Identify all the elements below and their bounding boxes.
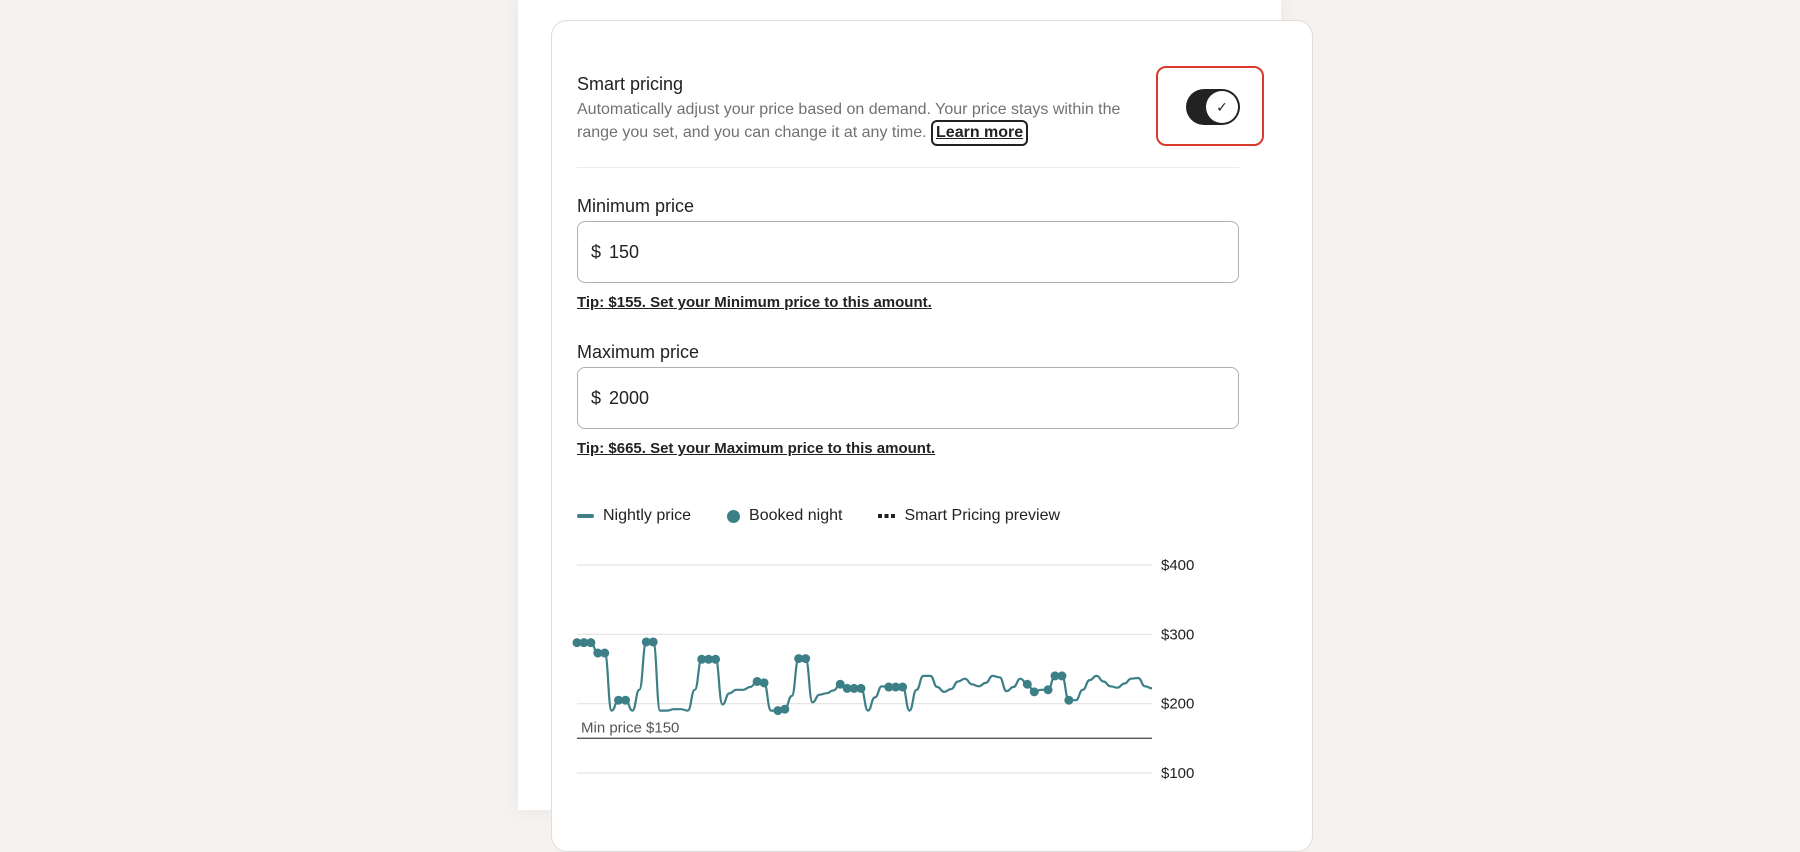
price-chart: $400 $300 $200 $100 Min price $150 bbox=[572, 557, 1194, 782]
y-tick-label: $100 bbox=[1161, 765, 1194, 782]
booked-night-dot bbox=[648, 637, 658, 647]
y-tick-label: $200 bbox=[1161, 696, 1194, 713]
booked-night-dot bbox=[711, 654, 721, 664]
booked-night-dot bbox=[1057, 671, 1067, 681]
booked-night-dot bbox=[600, 648, 610, 658]
booked-night-dot bbox=[586, 638, 596, 648]
booked-night-dot bbox=[856, 683, 866, 693]
content-panel: Smart pricing Automatically adjust your … bbox=[518, 0, 1313, 852]
booked-night-dot bbox=[780, 704, 790, 714]
booked-night-dot bbox=[1043, 685, 1053, 695]
y-tick-label: $400 bbox=[1161, 557, 1194, 574]
min-price-label: Min price $150 bbox=[581, 719, 679, 736]
booked-night-dot bbox=[1022, 679, 1032, 689]
booked-night-dot bbox=[620, 695, 630, 705]
y-tick-label: $300 bbox=[1161, 626, 1194, 643]
booked-night-dot bbox=[759, 678, 769, 688]
booked-night-dot bbox=[898, 682, 908, 692]
booked-night-dot bbox=[801, 654, 811, 664]
booked-night-dot bbox=[1064, 695, 1074, 705]
booked-night-dot bbox=[1029, 687, 1039, 697]
